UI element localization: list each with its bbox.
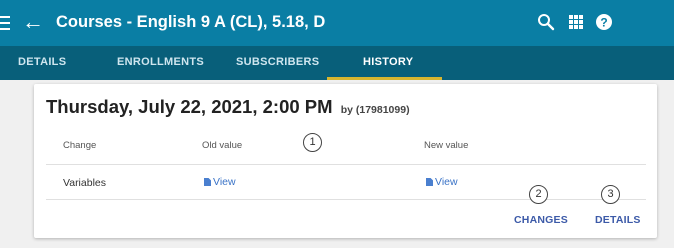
column-header-change: Change [63, 140, 97, 151]
search-icon[interactable] [536, 12, 556, 32]
apps-grid-icon[interactable] [566, 12, 586, 32]
details-button[interactable]: DETAILS [595, 214, 641, 226]
table-divider [46, 164, 646, 165]
arrow-left-icon[interactable]: ← [22, 10, 46, 34]
old-value-view-label: View [213, 176, 236, 188]
column-header-old-value: Old value [202, 140, 243, 151]
help-icon[interactable]: ? [594, 12, 614, 32]
tab-enrollments[interactable]: ENROLLMENTS [117, 46, 204, 80]
change-cell: Variables [63, 177, 106, 189]
active-tab-indicator [327, 77, 442, 80]
history-date: Thursday, July 22, 2021, 2:00 PM [46, 96, 333, 117]
tab-details[interactable]: DETAILS [18, 46, 66, 80]
app-bar: ← Courses - English 9 A (CL), 5.18, D ? [0, 0, 674, 46]
document-icon [204, 178, 211, 186]
tab-bar: DETAILS ENROLLMENTS SUBSCRIBERS HISTORY [0, 46, 674, 80]
history-author: by (17981099) [340, 104, 410, 116]
annotation-marker-1: 1 [303, 133, 322, 152]
history-entry-title: Thursday, July 22, 2021, 2:00 PM by (179… [46, 96, 410, 118]
document-icon [426, 178, 433, 186]
svg-text:?: ? [600, 16, 607, 30]
history-entry-card: Thursday, July 22, 2021, 2:00 PM by (179… [34, 84, 657, 238]
annotation-marker-3: 3 [601, 185, 620, 204]
tab-history[interactable]: HISTORY [363, 46, 413, 80]
table-divider [46, 199, 646, 200]
new-value-view-link[interactable]: View [426, 176, 458, 188]
annotation-marker-2: 2 [529, 185, 548, 204]
column-header-new-value: New value [424, 140, 469, 151]
old-value-view-link[interactable]: View [204, 176, 236, 188]
hamburger-menu-icon[interactable] [0, 13, 10, 33]
changes-button[interactable]: CHANGES [514, 214, 568, 226]
page-title: Courses - English 9 A (CL), 5.18, D [56, 13, 326, 31]
tab-subscribers[interactable]: SUBSCRIBERS [236, 46, 319, 80]
new-value-view-label: View [435, 176, 458, 188]
